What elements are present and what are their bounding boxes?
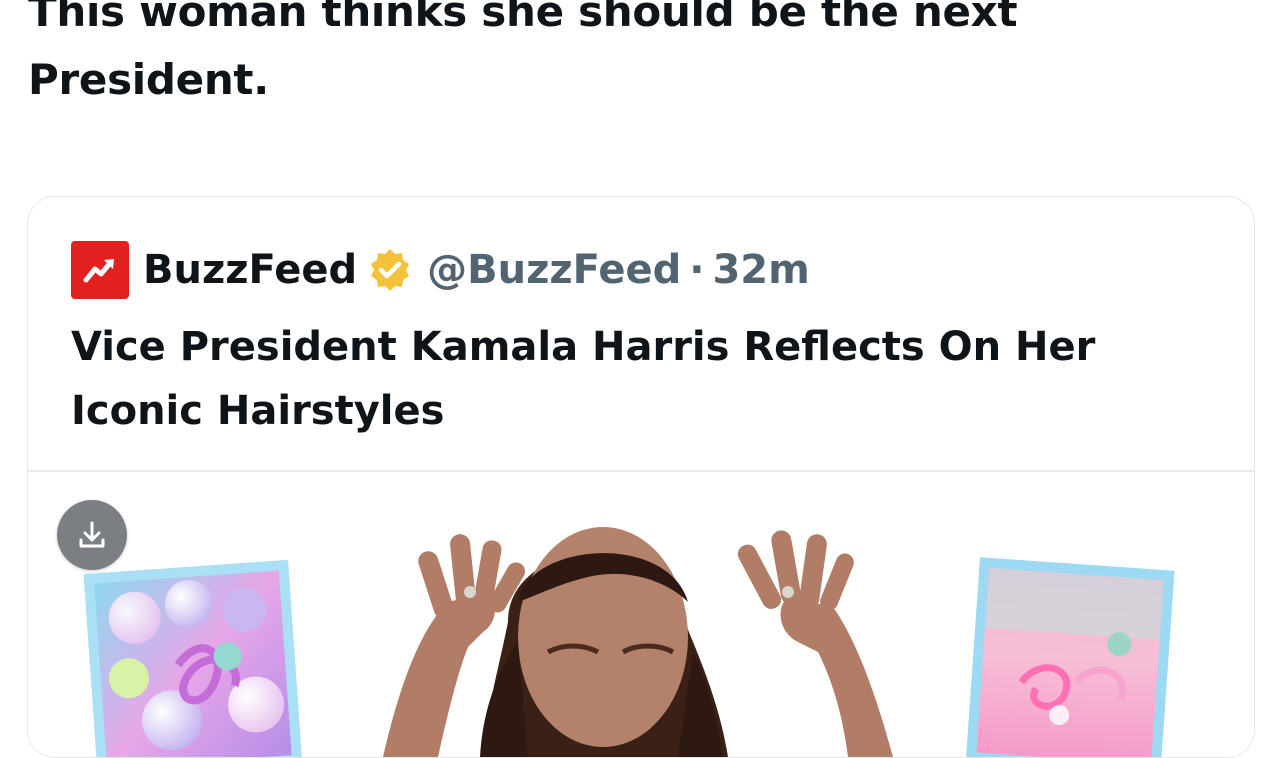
photo-image <box>83 527 1175 757</box>
quoted-tweet-title: Vice President Kamala Harris Reflects On… <box>71 324 1096 434</box>
download-icon <box>79 521 105 548</box>
author-name[interactable]: BuzzFeed <box>143 247 357 293</box>
buzzfeed-logo-icon[interactable] <box>71 241 129 299</box>
quoted-tweet-card[interactable]: BuzzFeed @BuzzFeed · 32m Vice President … <box>27 196 1255 758</box>
author-handle[interactable]: @BuzzFeed <box>427 247 681 293</box>
media-image[interactable] <box>28 472 1254 757</box>
separator-dot: · <box>689 247 705 293</box>
timestamp[interactable]: 32m <box>712 247 809 293</box>
tweet-text: This woman thinks she should be the next… <box>28 0 1018 104</box>
verified-badge-icon <box>367 247 413 293</box>
download-button[interactable] <box>57 500 127 570</box>
quoted-tweet-header: BuzzFeed @BuzzFeed · 32m <box>71 241 810 299</box>
